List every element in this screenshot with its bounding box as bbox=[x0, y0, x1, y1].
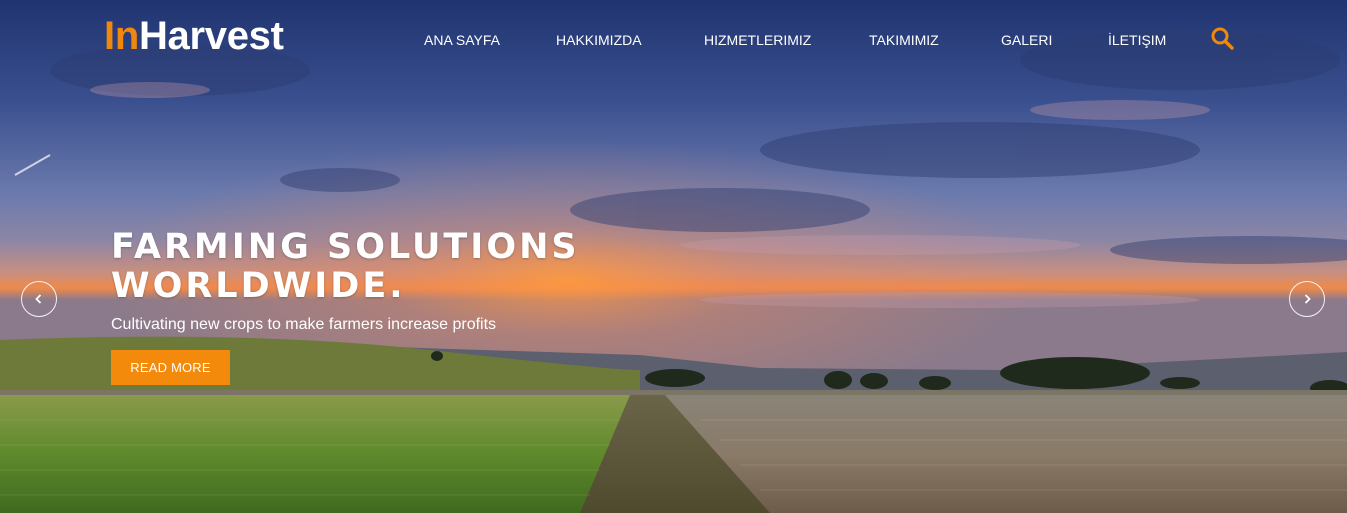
chevron-left-icon bbox=[35, 294, 42, 304]
site-header: InHarvest ANA SAYFA HAKKIMIZDA HIZMETLER… bbox=[0, 0, 1347, 80]
nav-item-takimimiz[interactable]: TAKIMIMIZ bbox=[869, 30, 939, 50]
logo-prefix: In bbox=[104, 14, 139, 58]
chevron-right-icon bbox=[1304, 294, 1311, 304]
hero-slider: InHarvest ANA SAYFA HAKKIMIZDA HIZMETLER… bbox=[0, 0, 1347, 513]
search-icon[interactable] bbox=[1210, 26, 1234, 50]
slide-title-line-2: WORLDWIDE. bbox=[111, 266, 406, 306]
slide-title: FARMING SOLUTIONS WORLDWIDE. bbox=[111, 228, 711, 306]
site-logo[interactable]: InHarvest bbox=[104, 12, 284, 60]
nav-item-iletisim[interactable]: İLETIŞIM bbox=[1108, 30, 1166, 50]
nav-item-hizmetlerimiz[interactable]: HIZMETLERIMIZ bbox=[704, 30, 811, 50]
nav-item-galeri[interactable]: GALERI bbox=[1001, 30, 1052, 50]
slider-prev-button[interactable] bbox=[21, 281, 57, 317]
nav-item-ana-sayfa[interactable]: ANA SAYFA bbox=[424, 30, 500, 50]
read-more-button[interactable]: READ MORE bbox=[111, 350, 230, 385]
slide-subtitle: Cultivating new crops to make farmers in… bbox=[111, 316, 497, 333]
slide-caption: FARMING SOLUTIONS WORLDWIDE. Cultivating… bbox=[111, 228, 711, 335]
slide-title-line-1: FARMING SOLUTIONS bbox=[111, 227, 580, 267]
logo-suffix: Harvest bbox=[138, 14, 284, 58]
slider-next-button[interactable] bbox=[1289, 281, 1325, 317]
nav-item-hakkimizda[interactable]: HAKKIMIZDA bbox=[556, 30, 642, 50]
